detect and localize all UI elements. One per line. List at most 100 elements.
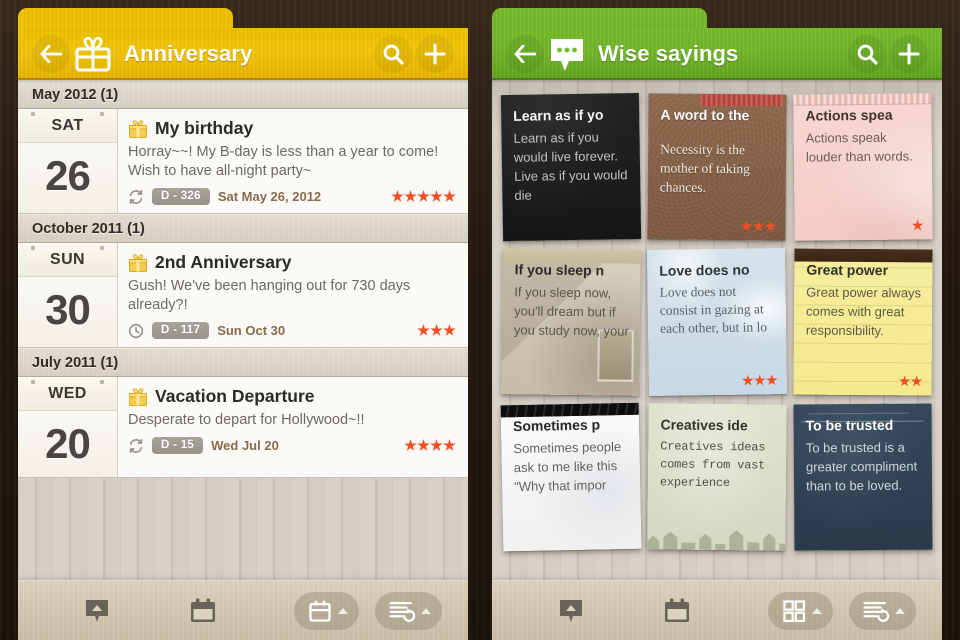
chevron-up-icon	[338, 607, 348, 614]
add-button[interactable]	[416, 35, 454, 73]
event-content: Vacation Departure Desperate to depart f…	[118, 377, 468, 477]
event-row[interactable]: SUN 30 2nd Anniversary Gush! We've been …	[18, 243, 468, 348]
card-body: Actions speak louder than words.	[805, 129, 913, 165]
toolbar-view-switch-button[interactable]	[768, 591, 833, 630]
wise-sayings-title-bar: Wise sayings	[492, 8, 942, 80]
toolbar-calendar-button[interactable]	[188, 596, 218, 626]
bottom-toolbar	[18, 580, 468, 640]
dday-badge: D - 326	[152, 188, 210, 205]
search-button[interactable]	[374, 35, 412, 73]
day-number: 26	[45, 152, 91, 199]
back-arrow-icon	[40, 45, 62, 63]
plus-icon	[424, 43, 446, 65]
event-date: Wed Jul 20	[211, 438, 279, 453]
toolbar-sort-button[interactable]	[849, 591, 916, 630]
event-content: 2nd Anniversary Gush! We've been hanging…	[118, 243, 468, 347]
event-title: 2nd Anniversary	[155, 252, 292, 272]
star-icon	[430, 439, 443, 451]
saying-card[interactable]: Learn as if yo Learn as if you would liv…	[500, 92, 642, 242]
month-section-header: July 2011 (1)	[18, 348, 468, 377]
dday-badge: D - 15	[152, 437, 204, 454]
star-icon	[752, 220, 764, 232]
saying-card[interactable]: Love does no Love does not consist in ga…	[646, 248, 788, 396]
star-icon	[754, 374, 766, 386]
search-icon	[857, 44, 878, 65]
app-icon-container	[546, 33, 588, 75]
event-description: Desperate to depart for Hollywood~!!	[128, 412, 365, 428]
toolbar-compose-button[interactable]	[556, 596, 586, 626]
page-title: Anniversary	[124, 41, 253, 66]
toolbar-compose-button[interactable]	[82, 596, 112, 626]
day-of-week: WED	[18, 377, 117, 411]
card-row: Learn as if yo Learn as if you would liv…	[500, 92, 933, 242]
card-title: Sometimes p	[512, 416, 601, 435]
toolbar-view-switch-button[interactable]	[294, 591, 359, 630]
calendar-view-icon	[309, 600, 331, 622]
card-title: A word to the	[660, 106, 750, 124]
calendar-icon	[191, 598, 215, 622]
clock-icon	[128, 323, 144, 338]
search-icon	[383, 44, 404, 65]
star-icon	[417, 190, 430, 202]
star-icon	[404, 439, 417, 451]
back-button[interactable]	[506, 35, 544, 73]
speech-bubble-up-icon	[86, 599, 108, 622]
star-icon	[443, 190, 456, 202]
wise-sayings-app-pane: Wise sayings Learn as if yo Learn as if …	[492, 8, 942, 640]
speech-bubble-icon	[551, 39, 583, 71]
star-icon	[430, 324, 443, 336]
back-button[interactable]	[32, 35, 70, 73]
day-number: 30	[45, 286, 91, 333]
saying-card[interactable]: Actions spea Actions speak louder than w…	[793, 93, 933, 241]
app-icon-container	[72, 33, 114, 75]
event-list[interactable]: May 2012 (1) SAT 26 My birthday Horray~~…	[18, 80, 468, 580]
anniversary-app-pane: Anniversary May 2012 (1) SAT 26 My birth…	[18, 8, 468, 640]
gift-icon	[129, 119, 147, 138]
card-body: Love does not consist in gazing at each …	[659, 283, 768, 336]
card-title: Actions spea	[805, 106, 893, 124]
list-sort-icon	[389, 601, 416, 622]
star-icon	[443, 324, 456, 336]
event-row[interactable]: SAT 26 My birthday Horray~~! My B-day is…	[18, 109, 468, 214]
card-body: Great power always comes with great resp…	[805, 284, 922, 339]
toolbar-sort-button[interactable]	[375, 591, 442, 630]
saying-card[interactable]: A word to the Necessity is the mother of…	[647, 93, 787, 241]
back-arrow-icon	[514, 45, 536, 63]
gift-icon	[129, 253, 147, 272]
toolbar-calendar-button[interactable]	[662, 596, 692, 626]
event-row[interactable]: WED 20 Vacation Departure Desperate to d…	[18, 377, 468, 478]
event-content: My birthday Horray~~! My B-day is less t…	[118, 109, 468, 213]
star-icon	[742, 374, 754, 386]
day-number: 20	[45, 420, 91, 467]
rating-stars	[404, 439, 456, 452]
card-row: Sometimes p Sometimes people ask to me l…	[500, 402, 933, 552]
chevron-up-icon	[895, 607, 905, 614]
sayings-grid[interactable]: Learn as if yo Learn as if you would liv…	[492, 80, 942, 580]
title-bar-shadow	[18, 78, 468, 83]
plus-icon	[898, 43, 920, 65]
card-body: Creatives ideas comes from vast experien…	[659, 439, 766, 491]
star-icon	[404, 190, 417, 202]
saying-card[interactable]: Sometimes p Sometimes people ask to me l…	[500, 402, 642, 552]
grid-view-icon	[783, 599, 806, 622]
repeat-icon	[129, 438, 143, 453]
saying-card[interactable]: Great power Great power always comes wit…	[793, 248, 933, 396]
card-title: To be trusted	[805, 416, 894, 434]
repeat-icon	[129, 189, 143, 204]
date-calendar-page: WED 20	[18, 377, 118, 477]
desk-background: Anniversary May 2012 (1) SAT 26 My birth…	[0, 0, 960, 640]
date-calendar-page: SAT 26	[18, 109, 118, 213]
saying-card[interactable]: To be trusted To be trusted is a greater…	[793, 403, 933, 551]
add-button[interactable]	[890, 35, 928, 73]
star-icon	[740, 220, 752, 232]
saying-card[interactable]: Creatives ide Creatives ideas comes from…	[647, 403, 787, 551]
card-title: Learn as if yo	[513, 106, 604, 124]
star-icon	[391, 190, 404, 202]
card-body: Necessity is the mother of taking chance…	[659, 141, 751, 195]
event-title: Vacation Departure	[155, 386, 315, 406]
star-icon	[443, 439, 456, 451]
speech-bubble-up-icon	[560, 599, 582, 622]
search-button[interactable]	[848, 35, 886, 73]
star-icon	[764, 220, 776, 232]
saying-card[interactable]: If you sleep n If you sleep now, you'll …	[501, 248, 641, 396]
